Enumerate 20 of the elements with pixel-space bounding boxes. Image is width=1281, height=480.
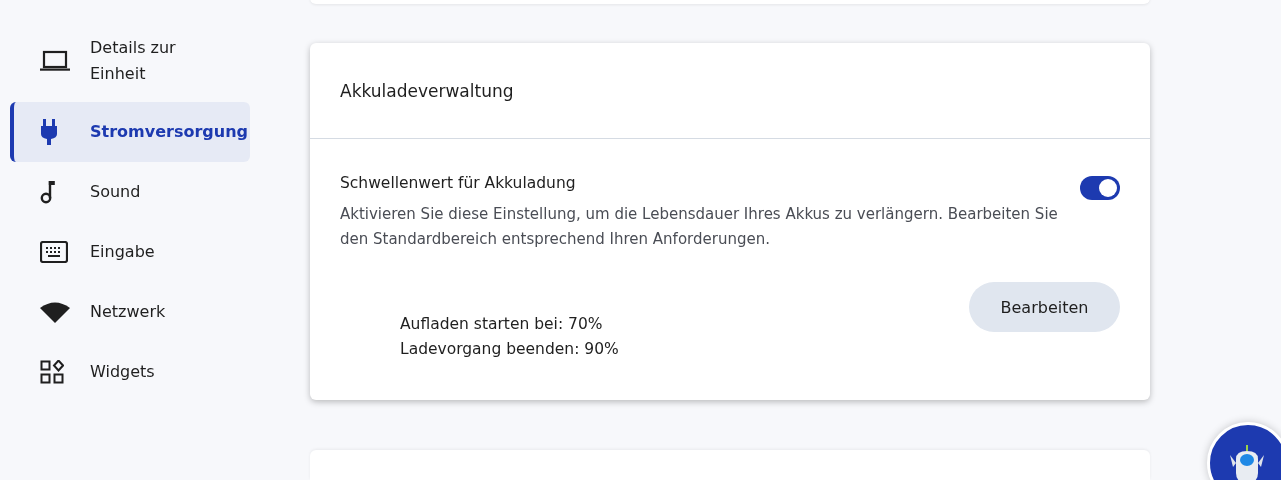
- sidebar-item[interactable]: Sound: [10, 162, 250, 222]
- threshold-value: Ladevorgang beenden: 90%: [400, 339, 619, 360]
- plug-icon: [40, 119, 58, 145]
- robot-icon: [1230, 443, 1264, 480]
- sidebar-item[interactable]: Details zur Einheit: [10, 26, 250, 102]
- setting-title: Schwellenwert für Akkuladung: [340, 174, 577, 192]
- keyboard-icon: [40, 241, 68, 263]
- edit-button[interactable]: Bearbeiten: [969, 282, 1120, 332]
- sidebar-item[interactable]: Stromversorgung: [10, 102, 250, 162]
- toggle-switch[interactable]: [1080, 176, 1120, 200]
- sidebar-item[interactable]: Widgets: [10, 342, 250, 402]
- card-title: Akkuladeverwaltung: [340, 80, 514, 101]
- threshold-value: Aufladen starten bei: 70%: [400, 314, 604, 335]
- widgets-icon: [40, 360, 64, 384]
- setting-description: Aktivieren Sie diese Einstellung, um die Lebensdauer Ihres Akkus zu verlängern. Bearbeiten Sie den Standardbereich entsprechend Ihren Anforderungen.: [340, 204, 1059, 250]
- laptop-icon: [40, 50, 70, 72]
- sidebar-item[interactable]: Netzwerk: [10, 282, 250, 342]
- wifi-icon: [40, 301, 70, 323]
- sidebar-item[interactable]: Eingabe: [10, 222, 250, 282]
- music-note-icon: [40, 180, 56, 204]
